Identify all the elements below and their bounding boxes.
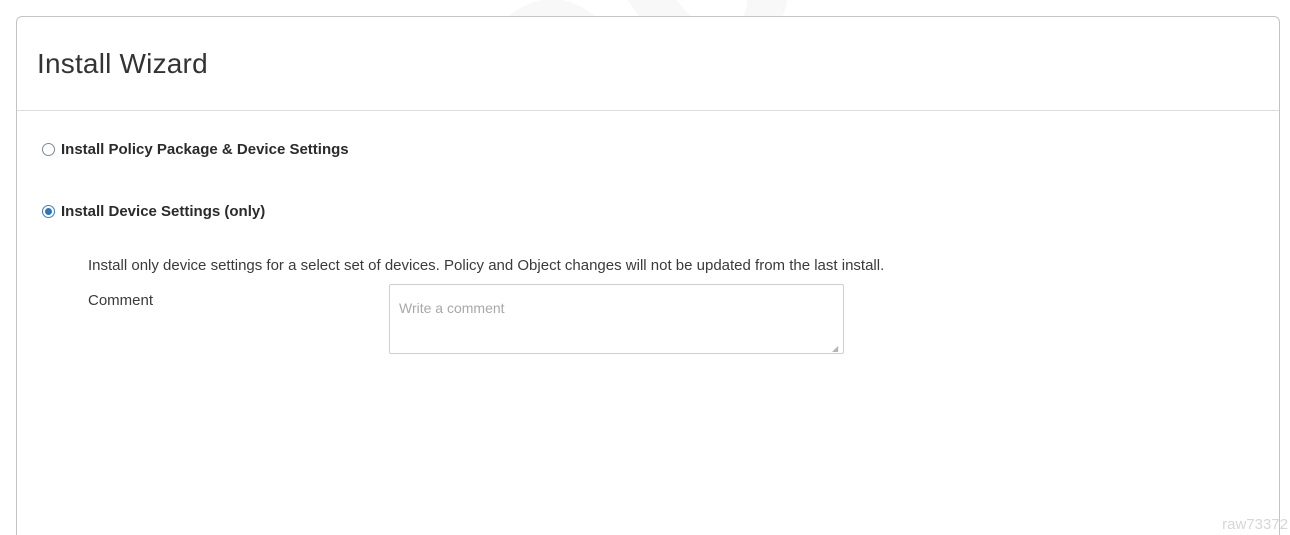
option-install-device-settings-only[interactable]: Install Device Settings (only) [42, 203, 265, 220]
option-label: Install Policy Package & Device Settings [61, 141, 349, 158]
radio-unchecked-icon[interactable] [42, 143, 55, 156]
install-wizard-panel: Install Wizard [16, 16, 1280, 535]
resize-grip-icon[interactable]: ◢ [832, 345, 838, 353]
option-label: Install Device Settings (only) [61, 203, 266, 220]
option-description: Install only device settings for a selec… [88, 257, 885, 274]
wizard-header: Install Wizard [17, 17, 1279, 111]
radio-checked-icon[interactable] [42, 205, 55, 218]
comment-field[interactable] [389, 284, 844, 354]
corner-watermark-text: raw73372 [1222, 516, 1288, 533]
comment-label: Comment [88, 292, 154, 309]
option-install-policy-package-and-device-settings[interactable]: Install Policy Package & Device Settings [42, 141, 349, 158]
page: prepa Install Wizard Install Policy Pack… [0, 0, 1290, 535]
wizard-title: Install Wizard [37, 47, 208, 79]
